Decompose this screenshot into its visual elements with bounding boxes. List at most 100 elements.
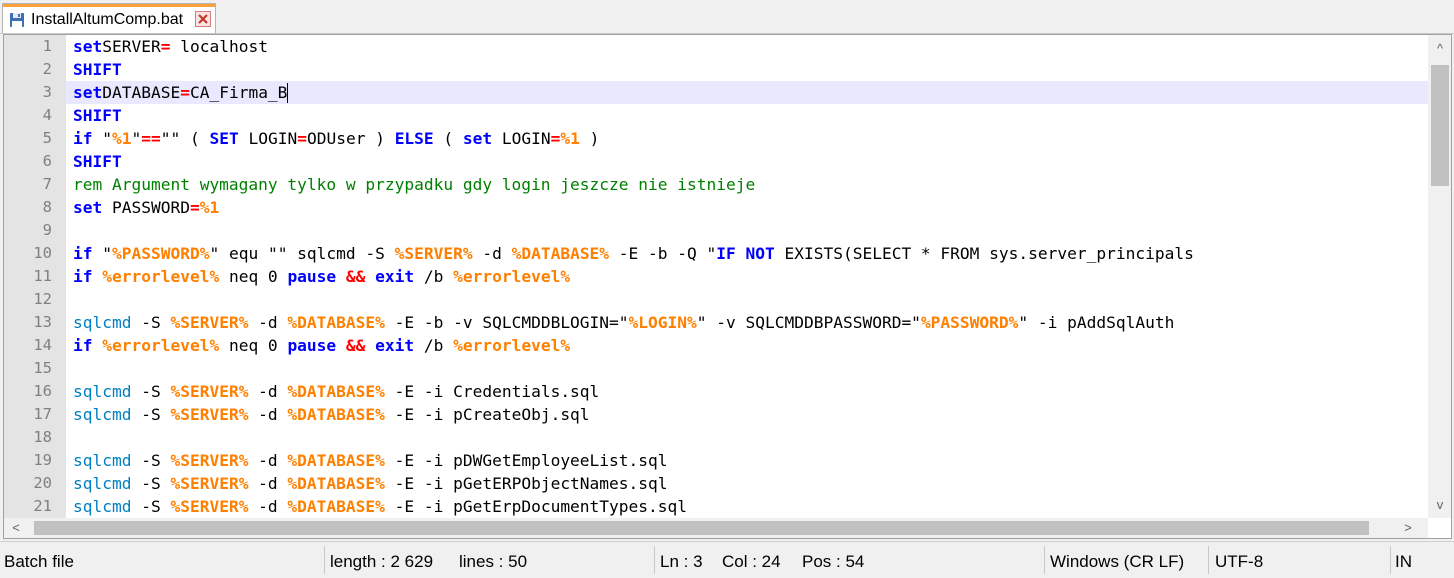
line-number: 11 <box>33 267 52 285</box>
save-icon <box>10 13 24 27</box>
code-token: SET <box>209 129 239 148</box>
code-line: sqlcmd -S %SERVER% -d %DATABASE% -E -i p… <box>73 403 590 426</box>
code-token: %1 <box>199 198 220 217</box>
code-token: -S <box>131 451 171 470</box>
code-token: %DATABASE% <box>287 451 385 470</box>
code-token: sqlcmd <box>73 382 132 401</box>
horizontal-scroll-thumb[interactable] <box>34 521 1369 535</box>
scroll-down-icon[interactable]: v <box>1430 495 1450 515</box>
code-line: sqlcmd -S %SERVER% -d %DATABASE% -E -i p… <box>73 472 668 495</box>
line-number: 4 <box>42 106 52 124</box>
line-number: 17 <box>33 405 52 423</box>
code-token: %DATABASE% <box>287 405 385 424</box>
line-number: 19 <box>33 451 52 469</box>
code-token: SHIFT <box>73 152 122 171</box>
code-token: exit <box>375 336 415 355</box>
code-token: " -v SQLCMDDBPASSWORD=" <box>696 313 921 332</box>
code-token: && <box>345 267 366 286</box>
line-number: 15 <box>33 359 52 377</box>
vertical-scrollbar[interactable]: ^ v <box>1428 35 1451 518</box>
code-token: %SERVER% <box>170 497 249 516</box>
line-number: 8 <box>42 198 52 216</box>
status-divider <box>654 546 655 574</box>
line-number: 7 <box>42 175 52 193</box>
code-token: rem Argument wymagany tylko w przypadku … <box>73 175 756 194</box>
code-token: -d <box>248 474 288 493</box>
code-token: -E -i pCreateObj.sql <box>384 405 590 424</box>
code-token: sqlcmd <box>73 451 132 470</box>
code-token: -S <box>131 405 171 424</box>
code-token: -E -i Credentials.sql <box>384 382 600 401</box>
code-token: %DATABASE% <box>287 382 385 401</box>
code-token: if <box>73 244 93 263</box>
status-col: Col : 24 <box>722 552 781 571</box>
code-token: set <box>73 83 103 102</box>
code-token: set <box>73 37 103 56</box>
tab-installaltumcomp[interactable]: InstallAltumComp.bat <box>2 3 216 33</box>
code-token: %PASSWORD% <box>920 313 1019 332</box>
code-token: %SERVER% <box>170 474 249 493</box>
code-token: if <box>73 267 93 286</box>
scroll-left-icon[interactable]: < <box>6 518 26 538</box>
code-token: && <box>345 336 366 355</box>
code-token: " equ "" sqlcmd -S <box>209 244 395 263</box>
code-token: SHIFT <box>73 106 122 125</box>
code-token: -d <box>248 382 288 401</box>
code-area[interactable]: setSERVER= localhost SHIFT setDATABASE=CA_… <box>66 35 1428 518</box>
tab-active-indicator <box>3 4 215 7</box>
code-token: LOGIN <box>492 129 551 148</box>
code-token: ) <box>579 129 600 148</box>
code-token: ( <box>433 129 463 148</box>
line-number: 14 <box>33 336 52 354</box>
close-icon[interactable] <box>195 11 211 27</box>
code-line: sqlcmd -S %SERVER% -d %DATABASE% -E -i p… <box>73 449 668 472</box>
horizontal-scrollbar[interactable]: < > <box>4 518 1428 538</box>
line-number: 2 <box>42 60 52 78</box>
code-token: -S <box>131 497 171 516</box>
scroll-right-icon[interactable]: > <box>1398 518 1418 538</box>
code-token: -E -b -Q " <box>609 244 717 263</box>
code-token: " <box>131 129 142 148</box>
scroll-up-icon[interactable]: ^ <box>1430 39 1450 59</box>
code-line: SHIFT <box>73 150 122 173</box>
status-file-type: Batch file <box>4 552 74 571</box>
code-token: %errorlevel% <box>453 267 571 286</box>
code-token: %1 <box>560 129 580 148</box>
status-ln: Ln : 3 <box>660 552 703 571</box>
line-number-gutter: 1 2 3 4 5 6 7 8 9 10 11 12 13 14 15 16 17 18 19 20 21 <box>4 35 66 518</box>
code-token: -E -b -v SQLCMDDBLOGIN=" <box>384 313 629 332</box>
code-token: CA_Firma_B <box>189 83 288 102</box>
code-token: %DATABASE% <box>287 474 385 493</box>
code-token: %SERVER% <box>170 313 249 332</box>
code-token: pause <box>287 336 337 355</box>
code-token: /b <box>414 336 454 355</box>
status-bar: Batch file length : 2 629 lines : 50 Ln … <box>0 541 1454 578</box>
code-token: = <box>550 129 561 148</box>
code-token: EXISTS(SELECT * FROM sys.server_principa… <box>774 244 1194 263</box>
code-token: %DATABASE% <box>511 244 610 263</box>
code-token: %errorlevel% <box>102 336 220 355</box>
code-token: LOGIN <box>238 129 298 148</box>
code-token: -S <box>131 474 171 493</box>
code-token: %LOGIN% <box>628 313 697 332</box>
line-number: 3 <box>42 83 52 101</box>
status-eol: Windows (CR LF) <box>1050 552 1185 571</box>
code-line: if %errorlevel% neq 0 pause && exit /b %… <box>73 334 570 357</box>
code-token: = <box>189 198 200 217</box>
line-number: 21 <box>33 497 52 515</box>
code-line: if "%1"=="" ( SET LOGIN=ODUser ) ELSE ( … <box>73 127 599 150</box>
code-token: localhost <box>170 37 268 56</box>
status-insert-mode: IN <box>1395 552 1412 571</box>
code-token: set <box>73 198 103 217</box>
code-line: setDATABASE=CA_Firma_B <box>73 81 287 104</box>
code-token: sqlcmd <box>73 497 132 516</box>
code-token: -d <box>472 244 512 263</box>
code-token: == <box>141 129 161 148</box>
code-token: sqlcmd <box>73 405 132 424</box>
code-editor[interactable]: 1 2 3 4 5 6 7 8 9 10 11 12 13 14 15 16 17 18 19 20 21 setSER… <box>3 34 1452 539</box>
code-token: SHIFT <box>73 60 122 79</box>
status-encoding: UTF-8 <box>1215 552 1264 571</box>
code-line: sqlcmd -S %SERVER% -d %DATABASE% -E -b -… <box>73 311 1174 334</box>
vertical-scroll-thumb[interactable] <box>1431 65 1449 186</box>
